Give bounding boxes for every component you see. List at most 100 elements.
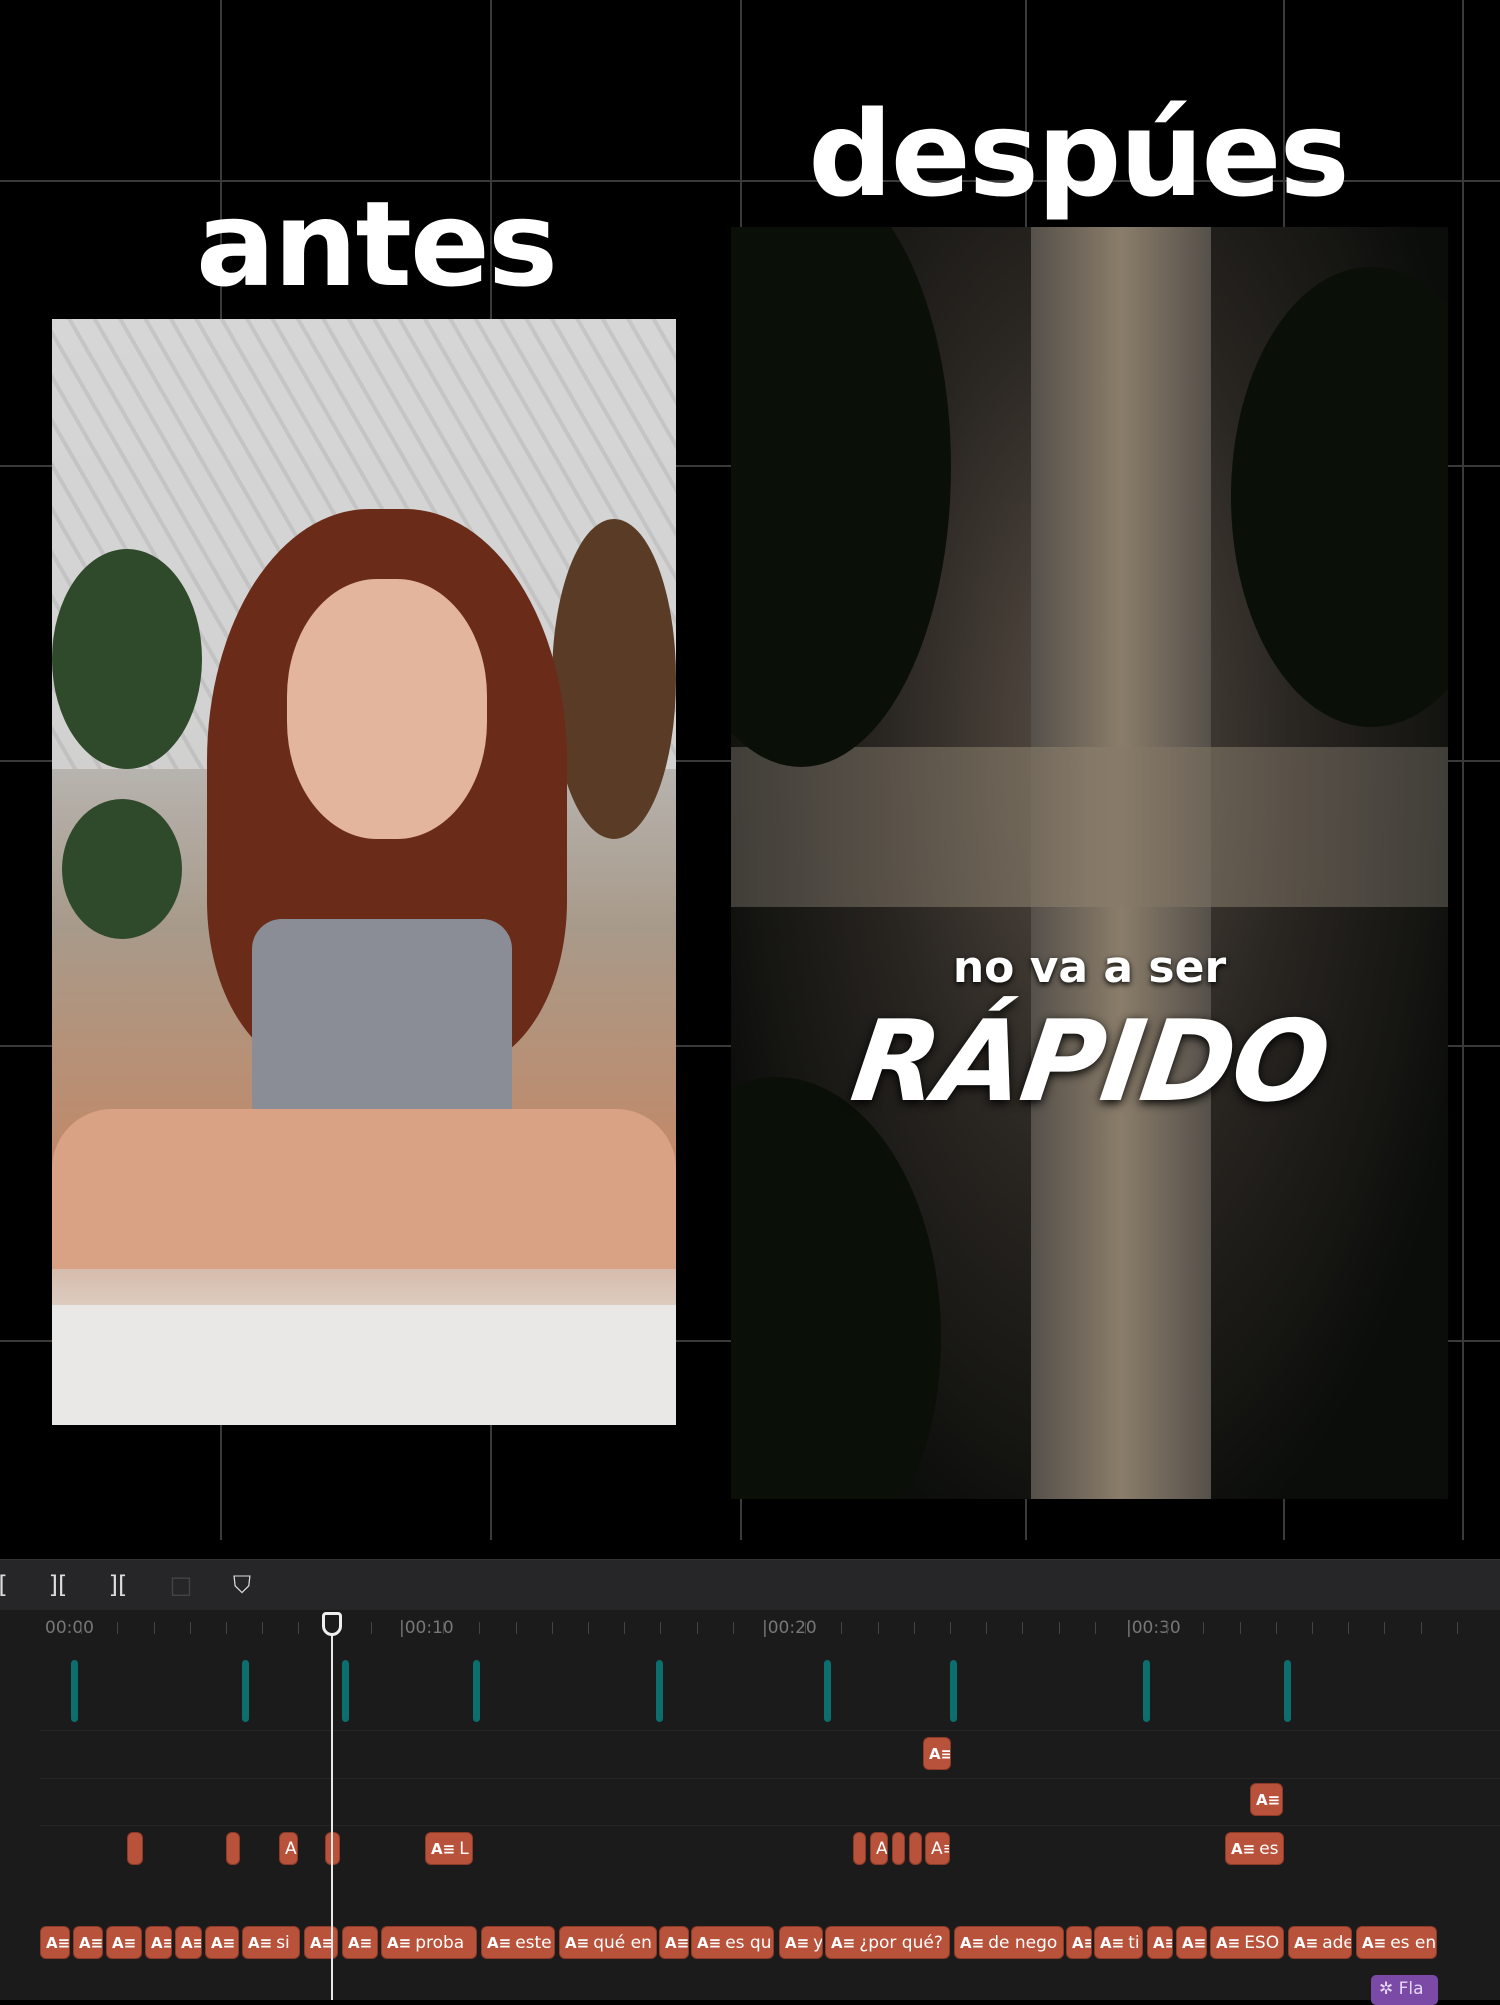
text-clip[interactable]: A≡: [175, 1926, 202, 1959]
plant: [62, 799, 182, 939]
text-clip-icon: A≡: [487, 1934, 512, 1952]
text-clip[interactable]: A≡ y: [779, 1926, 823, 1959]
text-clip[interactable]: A≡: [40, 1926, 70, 1959]
text-clip[interactable]: A≡ proba: [381, 1926, 477, 1959]
beat-marker[interactable]: [824, 1660, 831, 1722]
text-clip[interactable]: [853, 1832, 866, 1865]
text-clip[interactable]: A≡ este: [481, 1926, 555, 1959]
text-clip[interactable]: A≡ es: [1225, 1832, 1284, 1865]
trees: [1231, 267, 1448, 727]
text-clip[interactable]: A≡ es qu: [691, 1926, 774, 1959]
ruler-tick: [732, 1622, 734, 1634]
text-clip-icon: A≡: [46, 1934, 70, 1952]
ruler-tick: [841, 1622, 843, 1634]
text-clip-label: si: [276, 1933, 290, 1953]
text-clip[interactable]: A≡: [73, 1926, 103, 1959]
timeline[interactable]: 00:00 |00:10 |00:20 |00:30 A≡A≡AA≡LAA≡A≡…: [0, 1610, 1500, 2005]
text-clip[interactable]: A≡: [145, 1926, 172, 1959]
text-clip[interactable]: A≡: [342, 1926, 378, 1959]
text-clip[interactable]: A≡ de nego: [954, 1926, 1064, 1959]
text-clip-icon: A≡: [831, 1934, 856, 1952]
text-clip-icon: A≡: [79, 1934, 103, 1952]
text-clip[interactable]: [226, 1832, 240, 1865]
text-clip[interactable]: A≡ ade: [1288, 1926, 1352, 1959]
person-arms: [52, 1109, 676, 1269]
grid-line: [1462, 0, 1464, 1540]
ruler-tick: [913, 1622, 915, 1634]
ruler-tick: [1420, 1622, 1422, 1634]
timeline-toolbar: [ ][ ][ □ ⛉: [0, 1559, 1500, 1610]
text-clip[interactable]: A≡: [1147, 1926, 1173, 1959]
text-clip[interactable]: [127, 1832, 143, 1865]
text-clip-icon: A≡: [431, 1840, 456, 1858]
playhead-handle[interactable]: [322, 1612, 342, 1636]
ruler-tick: [153, 1622, 155, 1634]
beat-marker[interactable]: [1143, 1660, 1150, 1722]
ruler-tick: [443, 1622, 445, 1634]
ruler-tick: [660, 1622, 662, 1634]
text-clip-icon: A≡: [1153, 1934, 1172, 1952]
after-video-preview: no va a ser RÁPIDO: [731, 227, 1448, 1499]
text-clip[interactable]: A≡ L: [425, 1832, 473, 1865]
beat-marker[interactable]: [1284, 1660, 1291, 1722]
text-clip-icon: A≡: [665, 1934, 689, 1952]
text-clip[interactable]: A≡: [925, 1832, 950, 1865]
text-clip-icon: A≡: [785, 1934, 810, 1952]
beat-marker[interactable]: [242, 1660, 249, 1722]
text-clip[interactable]: A≡: [106, 1926, 142, 1959]
ruler-tick: [950, 1622, 951, 1634]
playhead[interactable]: [331, 1612, 333, 2000]
text-clip-label: ESO: [1244, 1933, 1280, 1953]
effect-clip[interactable]: ✲ Fla: [1371, 1975, 1438, 2005]
text-clip-label: proba: [415, 1933, 465, 1953]
beat-marker[interactable]: [473, 1660, 480, 1722]
text-clip[interactable]: A≡: [923, 1737, 951, 1770]
text-clip-label: ti: [1128, 1933, 1140, 1953]
text-clip[interactable]: A≡: [205, 1926, 239, 1959]
text-clip[interactable]: A≡ es en: [1356, 1926, 1437, 1959]
text-clip-label: A≡: [931, 1839, 949, 1859]
text-clip[interactable]: [892, 1832, 905, 1865]
text-clip[interactable]: A: [870, 1832, 888, 1865]
text-clip-icon: A≡: [248, 1934, 273, 1952]
text-clip[interactable]: [909, 1832, 922, 1865]
text-clip-icon: A≡: [112, 1934, 137, 1952]
text-clip[interactable]: A≡ ESO: [1210, 1926, 1284, 1959]
ruler-tick: [588, 1622, 589, 1634]
ruler-tick: [1203, 1622, 1205, 1634]
text-clip-icon: A≡: [1072, 1934, 1091, 1952]
text-clip-icon: A≡: [387, 1934, 412, 1952]
beat-marker[interactable]: [71, 1660, 78, 1722]
text-clip-icon: A≡: [697, 1934, 722, 1952]
text-clip-icon: A≡: [211, 1934, 236, 1952]
ruler-label: |00:20: [762, 1618, 817, 1638]
text-clip[interactable]: A≡: [659, 1926, 689, 1959]
trees: [731, 227, 951, 767]
text-clip[interactable]: A≡ ti: [1094, 1926, 1143, 1959]
text-clip-label: es en: [1390, 1933, 1437, 1953]
split-left-icon[interactable]: ][: [43, 1570, 73, 1600]
ruler-tick: [262, 1622, 264, 1634]
text-clip[interactable]: A≡: [1176, 1926, 1207, 1959]
text-clip-label: de nego: [988, 1933, 1058, 1953]
text-clip-icon: A≡: [960, 1934, 985, 1952]
plant: [52, 549, 202, 769]
ruler-tick: [117, 1622, 119, 1634]
text-clip-icon: A≡: [565, 1934, 590, 1952]
text-clip[interactable]: A≡: [1066, 1926, 1092, 1959]
text-clip-label: ¿por qué?: [859, 1933, 943, 1953]
beat-marker[interactable]: [342, 1660, 349, 1722]
text-clip[interactable]: A≡ ¿por qué?: [825, 1926, 950, 1959]
text-clip[interactable]: A: [279, 1832, 298, 1865]
text-clip-icon: A≡: [929, 1745, 951, 1763]
text-clip[interactable]: A≡: [1250, 1783, 1283, 1816]
text-clip[interactable]: A≡ qué en: [559, 1926, 657, 1959]
text-clip[interactable]: A≡ si: [242, 1926, 300, 1959]
split-right-icon[interactable]: ][: [103, 1570, 133, 1600]
trees: [731, 1077, 941, 1499]
marker-icon[interactable]: ⛉: [227, 1570, 257, 1600]
beat-marker[interactable]: [950, 1660, 957, 1722]
beat-marker[interactable]: [656, 1660, 663, 1722]
delete-icon[interactable]: □: [166, 1570, 196, 1600]
trim-start-icon[interactable]: [: [0, 1570, 18, 1600]
